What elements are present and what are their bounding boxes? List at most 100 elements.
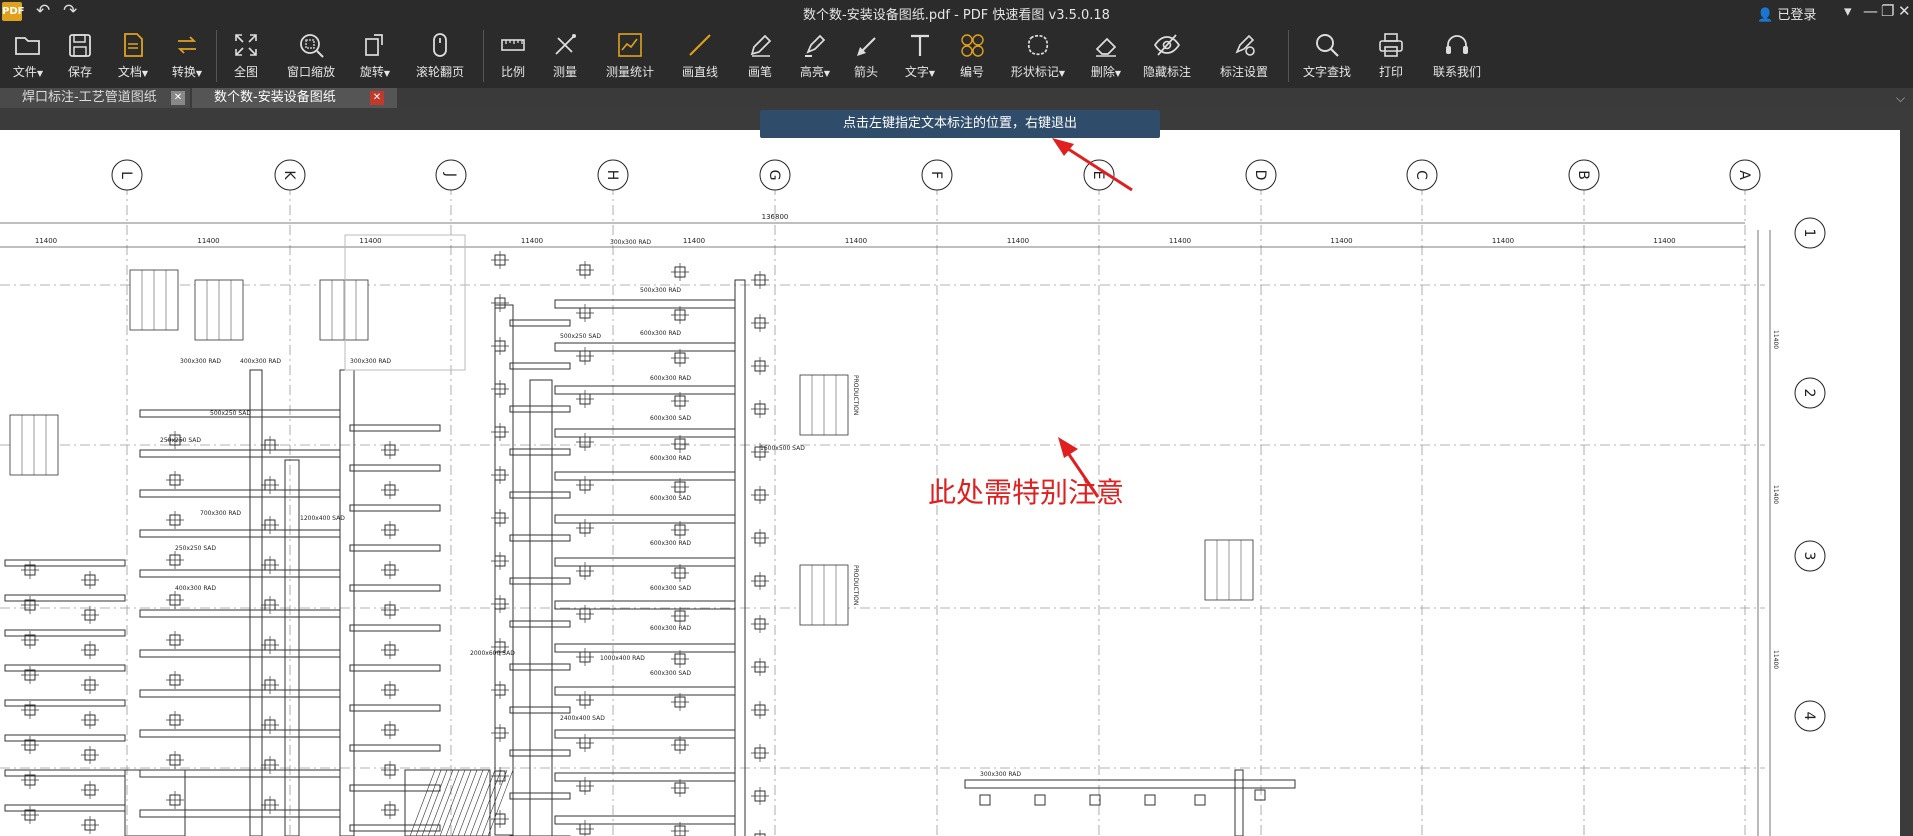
toolbar: 文件▼ 保存 文档▼ 转换▼ 全图 窗口缩放 旋转▼ 滚轮翻页 比例 测量 测量统计 画直线 画笔 高亮▼…	[0, 24, 1913, 88]
tool-convert-button[interactable]: 转换▼	[157, 24, 217, 88]
eraser-icon	[1095, 37, 1117, 57]
tool-save-button[interactable]: 保存	[50, 24, 110, 88]
undo-icon[interactable]: ↶	[36, 1, 50, 21]
tool-headset-button[interactable]: 联系我们	[1427, 24, 1487, 88]
pdf-canvas[interactable]: 136800 11400 11400 11400 11400 11400 11400 1140…	[0, 130, 1900, 836]
duct-segment	[509, 491, 571, 499]
bay-dimension-label: 11400	[1330, 237, 1352, 245]
tool-measure-button[interactable]: 测量	[535, 24, 595, 88]
duct-label: 400x300 RAD	[175, 585, 216, 592]
tool-annotation-settings-button[interactable]: 标注设置	[1214, 24, 1274, 88]
tool-label: 形状标记▼	[1010, 65, 1066, 79]
tool-numbering-button[interactable]: 编号	[942, 24, 1002, 88]
tab-bar: 焊口标注-工艺管道图纸 ✕ 数个数-安装设备图纸 ✕	[0, 88, 1913, 108]
column-label: B	[1575, 170, 1591, 180]
duct-segment	[139, 569, 341, 578]
hatch-line	[475, 769, 502, 836]
tool-hide-eye-button[interactable]: 隐藏标注	[1137, 24, 1197, 88]
toolbar-separator	[216, 30, 217, 82]
hide-eye-icon	[1153, 34, 1181, 56]
measure-stats-icon	[618, 33, 642, 57]
duct-label: 300x300 RAD	[610, 239, 651, 246]
tool-eraser-button[interactable]: 删除▼	[1076, 24, 1136, 88]
tab-overflow-chevron-icon[interactable]: ⌵	[1896, 91, 1905, 106]
text-icon	[911, 34, 929, 56]
minimize-icon[interactable]: —	[1863, 2, 1878, 20]
tool-search-button[interactable]: 文字查找	[1297, 24, 1357, 88]
duct-segment	[4, 769, 126, 777]
bay-dimension-label: 11400	[1007, 237, 1029, 245]
duct-segment	[139, 649, 341, 658]
close-icon[interactable]: ✕	[1898, 2, 1911, 20]
diffuser-symbol	[1254, 789, 1266, 801]
duct-segment	[509, 706, 571, 714]
tool-label: 旋转▼	[359, 65, 391, 79]
duct-segment	[139, 609, 341, 618]
duct-label: 400x300 RAD	[240, 358, 281, 365]
duct-segment	[554, 471, 736, 481]
tool-label: 文档▼	[117, 65, 149, 79]
tool-arrow-button[interactable]: 箭头	[836, 24, 896, 88]
tool-document-button[interactable]: 文档▼	[103, 24, 163, 88]
tab-welding-drawing[interactable]: 焊口标注-工艺管道图纸 ✕	[0, 88, 190, 108]
duct-segment	[139, 489, 341, 498]
hatch-line	[439, 769, 466, 836]
toolbar-separator	[1288, 30, 1289, 82]
document-icon	[124, 33, 143, 57]
login-status[interactable]: 👤 已登录	[1757, 4, 1816, 23]
tool-ruler-button[interactable]: 比例	[483, 24, 543, 88]
tool-line-button[interactable]: 画直线	[670, 24, 730, 88]
duct-segment	[4, 699, 126, 707]
bay-dimension-label: 11400	[521, 237, 543, 245]
restore-icon[interactable]: ❐	[1881, 2, 1894, 20]
tool-shape-mark-button[interactable]: 形状标记▼	[1008, 24, 1068, 88]
tool-text-button[interactable]: 文字▼	[890, 24, 950, 88]
duct-segment	[554, 428, 736, 438]
tool-rotate-button[interactable]: 旋转▼	[345, 24, 405, 88]
diffuser-symbol	[1194, 794, 1206, 806]
tool-pencil-button[interactable]: 画笔	[730, 24, 790, 88]
bay-dimension-label: 11400	[197, 237, 219, 245]
duct-segment	[509, 362, 571, 370]
row-label: 1	[1801, 229, 1817, 238]
duct-segment	[349, 744, 441, 752]
duct-segment	[349, 504, 441, 512]
duct-label: 2400x400 SAD	[560, 715, 605, 722]
tool-printer-button[interactable]: 打印	[1361, 24, 1421, 88]
dropdown-menu-icon[interactable]: ▾	[1844, 2, 1852, 20]
ruler-icon	[501, 39, 525, 51]
row-dimension-label: 11400	[1772, 485, 1779, 504]
duct-segment	[249, 369, 263, 836]
vertical-scrollbar[interactable]	[1900, 108, 1913, 836]
duct-label: 600x300 SAD	[650, 495, 691, 502]
shaft-outline	[124, 769, 186, 836]
duct-segment	[4, 804, 126, 812]
bay-dimension-label: 11400	[35, 237, 57, 245]
tool-fit-all-button[interactable]: 全图	[216, 24, 276, 88]
duct-label: 600x300 RAD	[650, 375, 691, 382]
duct-segment	[349, 624, 441, 632]
tab-close-icon[interactable]: ✕	[370, 91, 384, 105]
pencil-icon	[750, 34, 772, 57]
tab-equipment-drawing[interactable]: 数个数-安装设备图纸 ✕	[192, 88, 397, 108]
login-label: 已登录	[1777, 8, 1817, 23]
user-icon: 👤	[1757, 8, 1774, 23]
tool-mouse-scroll-button[interactable]: 滚轮翻页	[410, 24, 470, 88]
duct-segment	[349, 704, 441, 712]
tab-close-icon[interactable]: ✕	[171, 91, 185, 105]
duct-label: 500x250 SAD	[560, 333, 601, 340]
tool-measure-stats-button[interactable]: 测量统计	[600, 24, 660, 88]
duct-segment	[139, 809, 341, 818]
duct-segment	[509, 792, 571, 800]
duct-segment	[349, 784, 441, 792]
tool-window-zoom-button[interactable]: 窗口缩放	[281, 24, 341, 88]
dropdown-caret-icon: ▼	[141, 69, 149, 78]
column-label: G	[766, 170, 782, 181]
redo-icon[interactable]: ↷	[63, 1, 77, 21]
annotation-settings-icon	[1235, 34, 1255, 56]
duct-segment	[554, 385, 736, 395]
instruction-tooltip: 点击左键指定文本标注的位置，右键退出	[760, 110, 1160, 138]
dropdown-caret-icon: ▼	[1114, 69, 1122, 78]
shaft-outline	[404, 769, 491, 836]
duct-label: 1600x500 SAD	[760, 445, 805, 452]
